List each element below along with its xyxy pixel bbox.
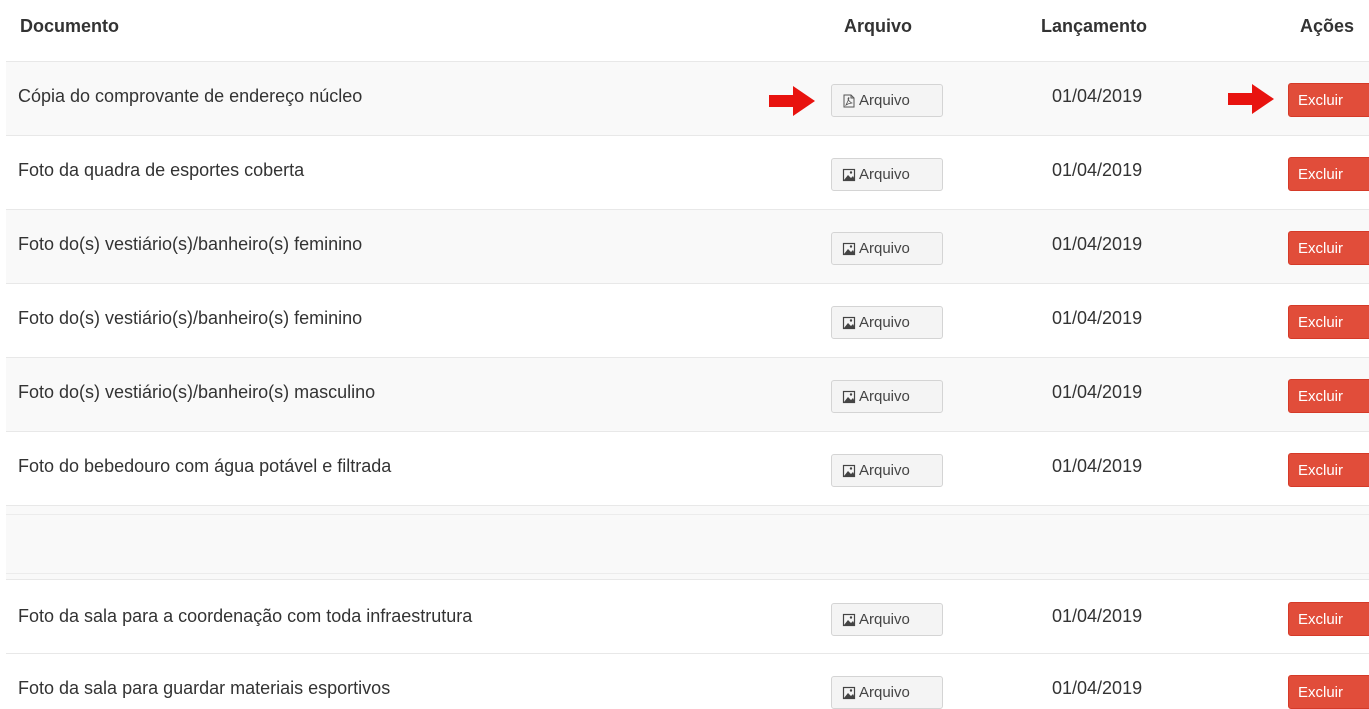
launch-date: 01/04/2019: [1052, 86, 1143, 106]
delete-button-label: Excluir: [1298, 683, 1344, 701]
open-file-button[interactable]: Arquivo: [831, 232, 943, 265]
delete-button[interactable]: Excluir: [1288, 83, 1369, 117]
file-button-label: Arquivo: [859, 684, 910, 701]
document-name: Cópia do comprovante de endereço núcleo: [18, 86, 363, 106]
open-file-button[interactable]: Arquivo: [831, 380, 943, 413]
file-button-label: Arquivo: [859, 166, 910, 183]
open-file-button[interactable]: Arquivo: [831, 676, 943, 709]
delete-button-label: Excluir: [1298, 165, 1344, 183]
launch-date: 01/04/2019: [1052, 308, 1143, 328]
header-lancamento: Lançamento: [1041, 16, 1148, 36]
document-name: Foto do bebedouro com água potável e fil…: [18, 456, 392, 476]
file-button-label: Arquivo: [859, 388, 910, 405]
open-file-button[interactable]: Arquivo: [831, 306, 943, 339]
launch-date: 01/04/2019: [1052, 234, 1143, 254]
launch-date: 01/04/2019: [1052, 456, 1143, 476]
document-name: Foto da sala para a coordenação com toda…: [18, 606, 473, 626]
launch-date: 01/04/2019: [1052, 606, 1143, 626]
delete-button-label: Excluir: [1298, 387, 1344, 405]
delete-button-label: Excluir: [1298, 461, 1344, 479]
table-row: Foto do(s) vestiário(s)/banheiro(s) femi…: [6, 209, 1369, 283]
table-row: Foto do(s) vestiário(s)/banheiro(s) masc…: [6, 357, 1369, 431]
launch-date: 01/04/2019: [1052, 160, 1143, 180]
table-row: Cópia do comprovante de endereço núcleo …: [6, 61, 1369, 135]
red-arrow-annotation: [1228, 84, 1274, 114]
file-button-label: Arquivo: [859, 462, 910, 479]
pdf-file-icon: [843, 94, 855, 107]
file-button-label: Arquivo: [859, 611, 910, 628]
table-row-empty: [6, 505, 1369, 579]
image-file-icon: [842, 316, 856, 329]
delete-button[interactable]: Excluir: [1288, 379, 1369, 413]
header-acoes: Ações: [1300, 16, 1355, 36]
file-button-label: Arquivo: [859, 240, 910, 257]
table-row: Foto do bebedouro com água potável e fil…: [6, 431, 1369, 505]
launch-date: 01/04/2019: [1052, 382, 1143, 402]
delete-button-label: Excluir: [1298, 313, 1344, 331]
documents-table: Documento Arquivo Lançamento Ações Cópia…: [0, 0, 1369, 709]
open-file-button[interactable]: Arquivo: [831, 454, 943, 487]
open-file-button[interactable]: Arquivo: [831, 603, 943, 636]
table-row: Foto da sala para guardar materiais espo…: [6, 653, 1369, 709]
file-button-label: Arquivo: [859, 314, 910, 331]
delete-button[interactable]: Excluir: [1288, 231, 1369, 265]
delete-button-label: Excluir: [1298, 91, 1344, 109]
delete-button-label: Excluir: [1298, 610, 1344, 628]
image-file-icon: [842, 464, 856, 477]
image-file-icon: [842, 686, 856, 699]
table-header: Documento Arquivo Lançamento Ações: [6, 0, 1369, 60]
table-row: Foto da sala para a coordenação com toda…: [6, 579, 1369, 653]
table-row: Foto do(s) vestiário(s)/banheiro(s) femi…: [6, 283, 1369, 357]
document-name: Foto do(s) vestiário(s)/banheiro(s) masc…: [18, 382, 376, 402]
open-file-button[interactable]: Arquivo: [831, 158, 943, 191]
image-file-icon: [842, 390, 856, 403]
delete-button[interactable]: Excluir: [1288, 675, 1369, 709]
red-arrow-annotation: [769, 86, 815, 116]
header-documento: Documento: [20, 16, 119, 36]
file-button-label: Arquivo: [859, 92, 910, 109]
document-name: Foto do(s) vestiário(s)/banheiro(s) femi…: [18, 308, 363, 328]
delete-button[interactable]: Excluir: [1288, 157, 1369, 191]
delete-button[interactable]: Excluir: [1288, 453, 1369, 487]
image-file-icon: [842, 242, 856, 255]
delete-button-label: Excluir: [1298, 239, 1344, 257]
image-file-icon: [842, 168, 856, 181]
document-name: Foto da sala para guardar materiais espo…: [18, 678, 391, 698]
document-name: Foto do(s) vestiário(s)/banheiro(s) femi…: [18, 234, 363, 254]
empty-row-placeholder: [6, 514, 1369, 574]
header-arquivo: Arquivo: [844, 16, 913, 36]
table-row: Foto da quadra de esportes coberta Arqui…: [6, 135, 1369, 209]
launch-date: 01/04/2019: [1052, 678, 1143, 698]
delete-button[interactable]: Excluir: [1288, 602, 1369, 636]
image-file-icon: [842, 613, 856, 626]
open-file-button[interactable]: Arquivo: [831, 84, 943, 117]
delete-button[interactable]: Excluir: [1288, 305, 1369, 339]
document-name: Foto da quadra de esportes coberta: [18, 160, 305, 180]
